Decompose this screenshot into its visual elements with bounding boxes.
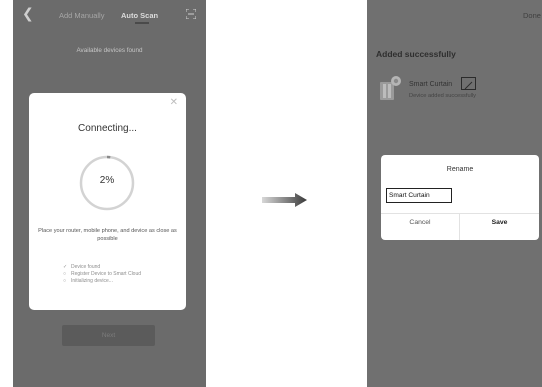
step-label: Register Device to Smart Cloud bbox=[71, 270, 142, 277]
cancel-button[interactable]: Cancel bbox=[381, 219, 459, 226]
close-icon[interactable]: ✕ bbox=[170, 97, 178, 108]
active-tab-indicator bbox=[135, 22, 149, 24]
device-name-input[interactable]: Smart Curtain bbox=[386, 188, 452, 203]
divider bbox=[381, 213, 539, 214]
connection-steps: ✓ Device found ○ Register Device to Smar… bbox=[63, 264, 141, 284]
device-name: Smart Curtain bbox=[409, 81, 453, 88]
added-successfully-title: Added successfully bbox=[376, 49, 456, 59]
step-device-found: ✓ Device found bbox=[63, 264, 141, 271]
modal-title: Connecting... bbox=[78, 123, 137, 134]
pending-dot-icon: ○ bbox=[63, 270, 67, 277]
check-icon: ✓ bbox=[63, 264, 68, 270]
available-devices-text: Available devices found bbox=[76, 47, 143, 54]
left-phone-screen: ❮ Add Manually Auto Scan Available devic… bbox=[13, 0, 206, 387]
rename-title: Rename bbox=[446, 166, 474, 173]
tab-auto-scan[interactable]: Auto Scan bbox=[121, 11, 158, 20]
chevron-left-icon[interactable]: ❮ bbox=[22, 6, 34, 20]
tab-add-manually[interactable]: Add Manually bbox=[59, 11, 104, 20]
rename-dialog: Rename Smart Curtain Cancel Save bbox=[381, 155, 539, 240]
pending-dot-icon: ○ bbox=[63, 277, 67, 284]
next-button[interactable]: Next bbox=[62, 325, 155, 346]
progress-percent: 2% bbox=[99, 175, 115, 186]
save-button[interactable]: Save bbox=[460, 219, 539, 226]
placement-hint: Place your router, mobile phone, and dev… bbox=[38, 228, 177, 242]
arrow-right-icon bbox=[262, 193, 307, 207]
connecting-modal: ✕ Connecting... 2% Place your router, mo… bbox=[29, 93, 186, 310]
right-phone-screen: Done Added successfully Smart Curtain De… bbox=[367, 0, 542, 387]
scan-frame-icon[interactable] bbox=[186, 9, 196, 19]
edit-name-button[interactable] bbox=[461, 77, 476, 90]
device-status: Device added successfully bbox=[409, 93, 477, 99]
step-register-device: ○ Register Device to Smart Cloud bbox=[63, 271, 141, 278]
divider bbox=[459, 213, 460, 240]
step-initializing: ○ Initializing device... bbox=[63, 278, 141, 285]
step-label: Initializing device... bbox=[71, 277, 113, 284]
pencil-icon bbox=[464, 81, 473, 90]
done-button[interactable]: Done bbox=[523, 11, 541, 20]
curtain-device-icon bbox=[380, 76, 401, 100]
step-label: Device found bbox=[71, 264, 101, 270]
top-bar: ❮ Add Manually Auto Scan bbox=[13, 0, 206, 26]
